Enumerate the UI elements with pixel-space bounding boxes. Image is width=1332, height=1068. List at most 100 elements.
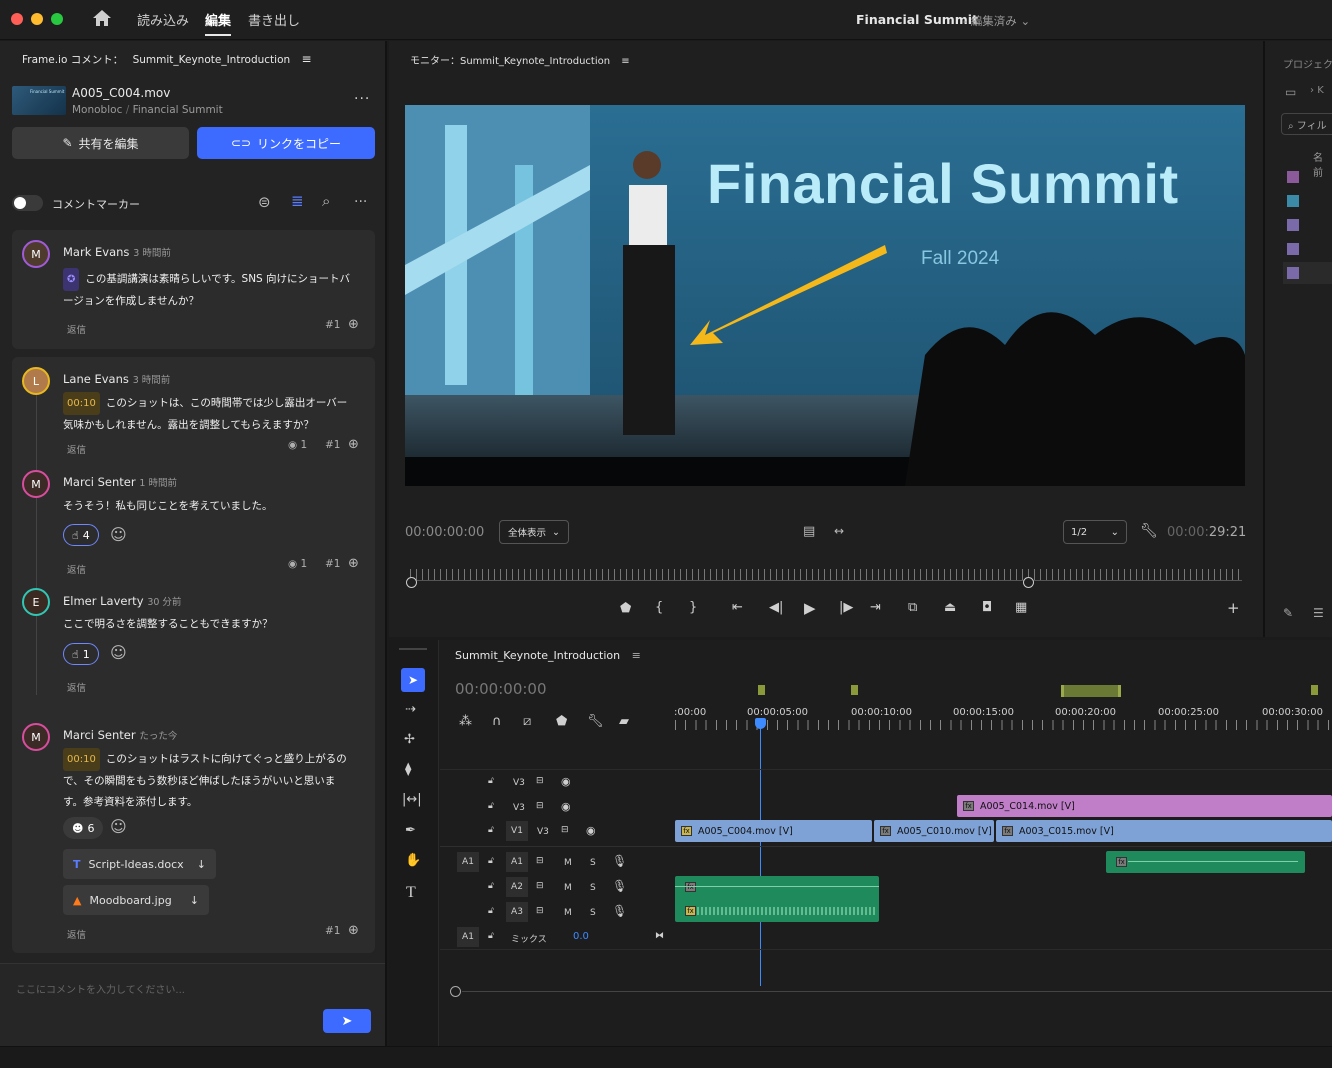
sync-lock-icon[interactable]: ⊟	[536, 881, 544, 891]
lock-icon[interactable]: 🔓︎	[488, 906, 494, 916]
add-button-icon[interactable]: +	[1227, 599, 1240, 617]
hand-icon[interactable]: ✋	[405, 853, 421, 868]
project-search-input[interactable]: ⌕ フィル	[1281, 113, 1332, 135]
mix-volume[interactable]: 0.0	[573, 931, 589, 942]
scroll-handle[interactable]	[450, 986, 461, 997]
timeline-marker[interactable]	[758, 685, 765, 695]
clip-a003-c015[interactable]: fx A003_C015.mov [V]	[996, 820, 1332, 842]
microphone-icon[interactable]: 🎙︎	[612, 904, 627, 918]
zoom-window-button[interactable]	[51, 13, 63, 25]
globe-icon[interactable]: ⊕	[348, 317, 359, 332]
razor-icon[interactable]: ⧫	[405, 762, 411, 777]
panel-menu-icon[interactable]: ≡	[302, 52, 312, 66]
slip-icon[interactable]: |↔|	[402, 792, 422, 807]
timecode-in[interactable]: 00:00:00:00	[405, 525, 484, 540]
add-marker-icon[interactable]: ⬟	[620, 601, 631, 616]
reaction-button[interactable]: ☻ 6	[63, 817, 104, 839]
microphone-icon[interactable]: 🎙︎	[612, 854, 627, 868]
copy-link-button[interactable]: ⊂⊃ リンクをコピー	[197, 127, 375, 159]
sequence-menu-icon[interactable]: ≡	[632, 649, 641, 662]
track-name[interactable]: A1	[506, 852, 528, 872]
time-ruler-ticks[interactable]	[675, 720, 1332, 730]
go-to-out-icon[interactable]: ⇥	[870, 600, 881, 615]
solo-button[interactable]: S	[590, 908, 596, 918]
globe-icon[interactable]: ⊕	[348, 556, 359, 571]
add-reaction-icon[interactable]: ☺	[110, 817, 127, 836]
reply-link[interactable]: 返信	[67, 562, 86, 576]
mark-in-icon[interactable]: {	[655, 600, 663, 615]
type-tool-icon[interactable]: T	[406, 884, 416, 902]
compare-icon[interactable]: ↔	[834, 524, 844, 538]
timeline-range-marker[interactable]	[1061, 685, 1121, 697]
reaction-button[interactable]: ☝ 4	[63, 524, 99, 546]
track-name[interactable]: A2	[506, 877, 528, 897]
add-reaction-icon[interactable]: ☺	[110, 525, 127, 544]
close-window-button[interactable]	[11, 13, 23, 25]
step-forward-icon[interactable]: |▶	[839, 600, 853, 615]
folder-icon[interactable]: ▭	[1285, 85, 1296, 99]
timecode-badge[interactable]: 00:10	[63, 748, 100, 771]
microphone-icon[interactable]: 🎙︎	[612, 879, 627, 893]
lock-icon[interactable]: 🔓︎	[488, 931, 494, 941]
attachment-jpg[interactable]: ▲ Moodboard.jpg ↓	[63, 885, 209, 915]
sync-lock-icon[interactable]: ⊟	[536, 906, 544, 916]
timecode-badge[interactable]: 00:10	[63, 392, 100, 415]
caption-icon[interactable]: ▰	[619, 714, 629, 729]
sync-lock-icon[interactable]: ⊟	[536, 801, 544, 811]
horizontal-scrollbar[interactable]	[462, 991, 1332, 992]
linked-selection-icon[interactable]: ⧄	[523, 714, 531, 729]
send-button[interactable]: ➤	[323, 1009, 371, 1033]
resolution-dropdown[interactable]: 1/2 ⌄	[1063, 520, 1127, 544]
timeline-marker[interactable]	[851, 685, 858, 695]
menu-edit[interactable]: 編集	[205, 10, 231, 29]
attachment-docx[interactable]: T Script-Ideas.docx ↓	[63, 849, 216, 879]
sort-icon[interactable]: ≣	[291, 192, 304, 210]
comment-input[interactable]: ここにコメントを入力してください...	[16, 981, 185, 996]
download-icon[interactable]: ↓	[197, 858, 206, 871]
minimize-window-button[interactable]	[31, 13, 43, 25]
fit-dropdown[interactable]: 全体表示 ⌄	[499, 520, 569, 544]
menu-import[interactable]: 読み込み	[137, 10, 189, 29]
snap-icon[interactable]: ⁂	[459, 714, 472, 729]
go-to-in-icon[interactable]: ⇤	[732, 600, 743, 615]
menu-export[interactable]: 書き出し	[248, 10, 300, 29]
timeline-timecode[interactable]: 00:00:00:00	[455, 680, 547, 698]
insert-icon[interactable]: ⧉	[908, 600, 917, 615]
search-icon[interactable]: ⌕	[322, 192, 330, 210]
source-patch-mix[interactable]: A1	[457, 927, 479, 947]
camera-icon[interactable]: ◘	[982, 600, 992, 615]
solo-button[interactable]: S	[590, 883, 596, 893]
reaction-button[interactable]: ☝ 1	[63, 643, 99, 665]
more-icon[interactable]: ···	[354, 194, 367, 210]
source-patch-v1[interactable]: V1	[506, 821, 528, 841]
eye-icon[interactable]: ◉	[586, 824, 596, 837]
lock-icon[interactable]: 🔓︎	[488, 881, 494, 891]
overwrite-icon[interactable]: ⏏	[944, 600, 956, 615]
magnet-icon[interactable]: ∩	[492, 714, 502, 729]
project-status[interactable]: - 編集済み ⌄	[963, 13, 1030, 29]
selection-tool-icon[interactable]: ➤	[401, 668, 425, 692]
timeline-marker-icon[interactable]: ⬟	[556, 714, 567, 729]
mark-out-icon[interactable]: }	[689, 600, 697, 615]
ripple-edit-icon[interactable]: ✢	[404, 732, 415, 747]
clip-a005-c014[interactable]: fx A005_C014.mov [V]	[957, 795, 1332, 817]
breadcrumb-item[interactable]: K	[1317, 85, 1324, 96]
globe-icon[interactable]: ⊕	[348, 437, 359, 452]
lock-icon[interactable]: 🔓︎	[488, 776, 494, 786]
clip-a005-c010[interactable]: fx A005_C010.mov [V]	[874, 820, 994, 842]
source-patch-a1[interactable]: A1	[457, 852, 479, 872]
play-icon[interactable]: ▶	[804, 599, 816, 617]
eye-icon[interactable]: ◉	[561, 775, 571, 788]
pen-icon[interactable]: ✒	[405, 823, 416, 838]
timeline-settings-icon[interactable]: 🔧︎	[587, 714, 604, 729]
audio-clip-a2-a3[interactable]: fx fx	[675, 876, 879, 922]
video-frame[interactable]: Financial Summit Fall 2024	[405, 105, 1245, 486]
multicam-icon[interactable]: ▦	[1015, 600, 1027, 615]
lock-icon[interactable]: 🔓︎	[488, 801, 494, 811]
in-handle[interactable]	[406, 577, 417, 588]
mute-button[interactable]: M	[564, 908, 572, 918]
monitor-menu-icon[interactable]: ≡	[621, 56, 629, 67]
mute-button[interactable]: M	[564, 883, 572, 893]
list-view-icon[interactable]: ☰	[1313, 606, 1324, 620]
mix-end-icon[interactable]: ⧓	[655, 931, 664, 941]
